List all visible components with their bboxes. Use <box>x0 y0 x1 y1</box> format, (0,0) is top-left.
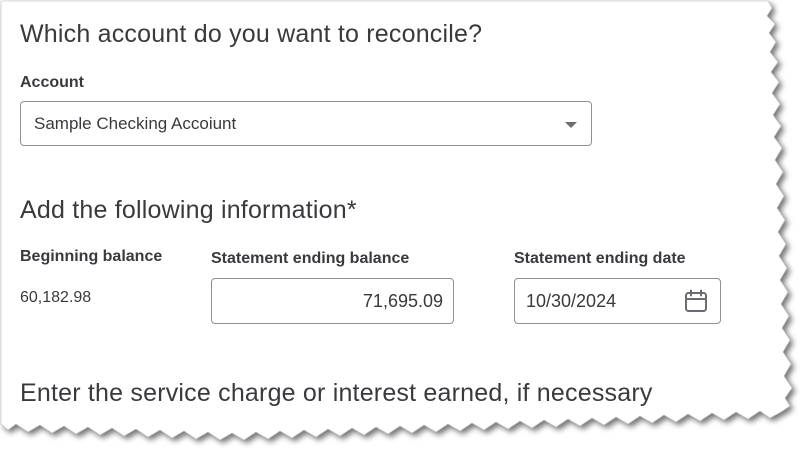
torn-paper-screenshot: Which account do you want to reconcile? … <box>0 0 803 465</box>
chevron-down-icon[interactable] <box>565 122 577 128</box>
ending-date-value: 10/30/2024 <box>526 291 617 311</box>
reconcile-form: Which account do you want to reconcile? … <box>0 0 780 440</box>
account-select-value: Sample Checking Accoiunt <box>34 114 237 133</box>
account-heading: Which account do you want to reconcile? <box>20 20 483 48</box>
service-charge-heading: Enter the service charge or interest ear… <box>20 379 653 407</box>
account-label: Account <box>20 74 84 91</box>
info-heading: Add the following information* <box>20 196 357 224</box>
ending-balance-label: Statement ending balance <box>211 250 410 267</box>
ending-date-input[interactable]: 10/30/2024 <box>514 278 721 324</box>
beginning-balance-label: Beginning balance <box>20 248 163 265</box>
ending-balance-input[interactable]: 71,695.09 <box>211 278 454 324</box>
beginning-balance-value: 60,182.98 <box>20 289 92 306</box>
calendar-icon[interactable] <box>684 289 708 313</box>
ending-balance-value: 71,695.09 <box>362 291 443 311</box>
account-select[interactable]: Sample Checking Accoiunt <box>20 101 592 146</box>
ending-date-label: Statement ending date <box>514 250 686 267</box>
